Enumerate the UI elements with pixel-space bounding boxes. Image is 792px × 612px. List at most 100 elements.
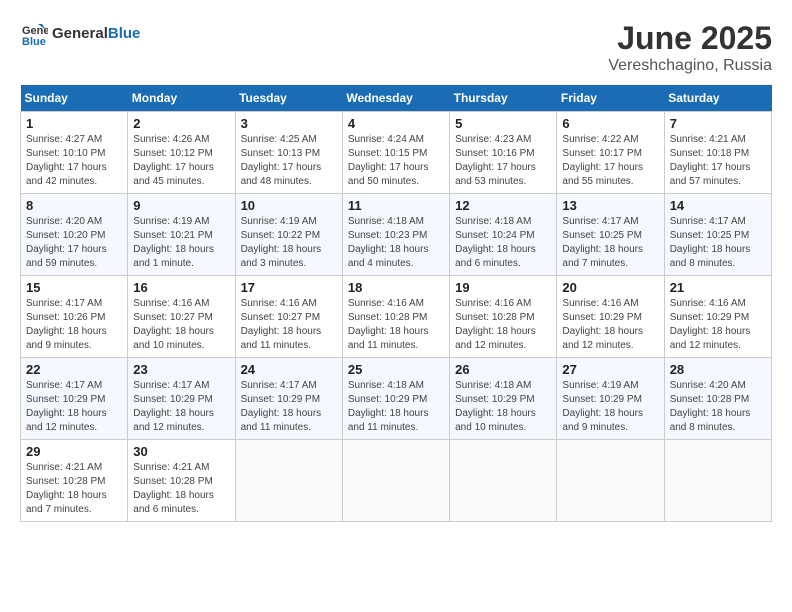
day-info: Sunrise: 4:17 AM Sunset: 10:29 PM Daylig… [26, 379, 122, 435]
day-info: Sunrise: 4:19 AM Sunset: 10:22 PM Daylig… [241, 215, 337, 271]
calendar-title: June 2025 [608, 20, 772, 57]
day-number: 21 [670, 280, 766, 295]
day-number: 17 [241, 280, 337, 295]
day-info: Sunrise: 4:25 AM Sunset: 10:13 PM Daylig… [241, 133, 337, 189]
day-number: 22 [26, 362, 122, 377]
calendar-cell: 11 Sunrise: 4:18 AM Sunset: 10:23 PM Dayl… [342, 194, 449, 276]
day-info: Sunrise: 4:17 AM Sunset: 10:29 PM Daylig… [133, 379, 229, 435]
calendar-cell [557, 440, 664, 522]
calendar-cell: 13 Sunrise: 4:17 AM Sunset: 10:25 PM Dayl… [557, 194, 664, 276]
day-number: 10 [241, 198, 337, 213]
day-number: 1 [26, 116, 122, 131]
calendar-cell: 18Sunrise: 4:16 AM Sunset: 10:28 PM Dayl… [342, 276, 449, 358]
day-number: 14 [670, 198, 766, 213]
calendar-cell: 16Sunrise: 4:16 AM Sunset: 10:27 PM Dayl… [128, 276, 235, 358]
calendar-cell: 2Sunrise: 4:26 AM Sunset: 10:12 PM Dayli… [128, 112, 235, 194]
calendar-cell: 29 Sunrise: 4:21 AM Sunset: 10:28 PM Dayl… [21, 440, 128, 522]
day-number: 9 [133, 198, 229, 213]
svg-text:Blue: Blue [22, 36, 46, 48]
calendar-cell: 7 Sunrise: 4:21 AM Sunset: 10:18 PM Dayli… [664, 112, 771, 194]
calendar-cell: 25 Sunrise: 4:18 AM Sunset: 10:29 PM Dayl… [342, 358, 449, 440]
day-info: Sunrise: 4:16 AM Sunset: 10:27 PM Daylig… [241, 297, 337, 353]
day-number: 27 [562, 362, 658, 377]
day-info: Sunrise: 4:17 AM Sunset: 10:29 PM Daylig… [241, 379, 337, 435]
day-number: 11 [348, 198, 444, 213]
day-info: Sunrise: 4:17 AM Sunset: 10:25 PM Daylig… [670, 215, 766, 271]
day-info: Sunrise: 4:21 AM Sunset: 10:18 PM Daylig… [670, 133, 766, 189]
week-row-0: 1 Sunrise: 4:27 AM Sunset: 10:10 PM Dayli… [21, 112, 772, 194]
day-number: 8 [26, 198, 122, 213]
day-info: Sunrise: 4:18 AM Sunset: 10:24 PM Daylig… [455, 215, 551, 271]
calendar-cell: 1 Sunrise: 4:27 AM Sunset: 10:10 PM Dayli… [21, 112, 128, 194]
calendar-cell: 24 Sunrise: 4:17 AM Sunset: 10:29 PM Dayl… [235, 358, 342, 440]
day-info: Sunrise: 4:20 AM Sunset: 10:28 PM Daylig… [670, 379, 766, 435]
col-header-wednesday: Wednesday [342, 85, 449, 112]
day-info: Sunrise: 4:20 AM Sunset: 10:20 PM Daylig… [26, 215, 122, 271]
day-info: Sunrise: 4:17 AM Sunset: 10:25 PM Daylig… [562, 215, 658, 271]
calendar-cell [235, 440, 342, 522]
day-number: 20 [562, 280, 658, 295]
day-info: Sunrise: 4:18 AM Sunset: 10:23 PM Daylig… [348, 215, 444, 271]
calendar-cell: 10 Sunrise: 4:19 AM Sunset: 10:22 PM Dayl… [235, 194, 342, 276]
day-number: 6 [562, 116, 658, 131]
week-row-1: 8 Sunrise: 4:20 AM Sunset: 10:20 PM Dayli… [21, 194, 772, 276]
week-row-4: 29 Sunrise: 4:21 AM Sunset: 10:28 PM Dayl… [21, 440, 772, 522]
calendar-cell: 6 Sunrise: 4:22 AM Sunset: 10:17 PM Dayli… [557, 112, 664, 194]
col-header-friday: Friday [557, 85, 664, 112]
day-number: 12 [455, 198, 551, 213]
calendar-cell: 30 Sunrise: 4:21 AM Sunset: 10:28 PM Dayl… [128, 440, 235, 522]
calendar-cell: 21 Sunrise: 4:16 AM Sunset: 10:29 PM Dayl… [664, 276, 771, 358]
calendar-cell: 26Sunrise: 4:18 AM Sunset: 10:29 PM Dayl… [450, 358, 557, 440]
day-info: Sunrise: 4:21 AM Sunset: 10:28 PM Daylig… [133, 461, 229, 517]
day-number: 13 [562, 198, 658, 213]
calendar-cell: 9 Sunrise: 4:19 AM Sunset: 10:21 PM Dayli… [128, 194, 235, 276]
calendar-cell: 27 Sunrise: 4:19 AM Sunset: 10:29 PM Dayl… [557, 358, 664, 440]
header-row: SundayMondayTuesdayWednesdayThursdayFrid… [21, 85, 772, 112]
day-number: 23 [133, 362, 229, 377]
calendar-cell: 20Sunrise: 4:16 AM Sunset: 10:29 PM Dayl… [557, 276, 664, 358]
day-info: Sunrise: 4:19 AM Sunset: 10:21 PM Daylig… [133, 215, 229, 271]
day-number: 30 [133, 444, 229, 459]
day-info: Sunrise: 4:21 AM Sunset: 10:28 PM Daylig… [26, 461, 122, 517]
calendar-cell: 3 Sunrise: 4:25 AM Sunset: 10:13 PM Dayli… [235, 112, 342, 194]
logo: General Blue GeneralBlue [20, 20, 140, 48]
calendar-subtitle: Vereshchagino, Russia [608, 57, 772, 75]
day-info: Sunrise: 4:16 AM Sunset: 10:29 PM Daylig… [670, 297, 766, 353]
calendar-cell: 15Sunrise: 4:17 AM Sunset: 10:26 PM Dayl… [21, 276, 128, 358]
day-number: 16 [133, 280, 229, 295]
calendar-cell: 17 Sunrise: 4:16 AM Sunset: 10:27 PM Dayl… [235, 276, 342, 358]
col-header-sunday: Sunday [21, 85, 128, 112]
day-number: 4 [348, 116, 444, 131]
day-number: 24 [241, 362, 337, 377]
col-header-tuesday: Tuesday [235, 85, 342, 112]
day-info: Sunrise: 4:17 AM Sunset: 10:26 PM Daylig… [26, 297, 122, 353]
day-info: Sunrise: 4:19 AM Sunset: 10:29 PM Daylig… [562, 379, 658, 435]
day-number: 7 [670, 116, 766, 131]
day-number: 28 [670, 362, 766, 377]
day-info: Sunrise: 4:23 AM Sunset: 10:16 PM Daylig… [455, 133, 551, 189]
calendar-cell: 8 Sunrise: 4:20 AM Sunset: 10:20 PM Dayli… [21, 194, 128, 276]
day-number: 25 [348, 362, 444, 377]
day-number: 26 [455, 362, 551, 377]
calendar-table: SundayMondayTuesdayWednesdayThursdayFrid… [20, 85, 772, 522]
col-header-monday: Monday [128, 85, 235, 112]
logo-blue: Blue [108, 25, 141, 42]
calendar-cell: 28 Sunrise: 4:20 AM Sunset: 10:28 PM Dayl… [664, 358, 771, 440]
day-info: Sunrise: 4:18 AM Sunset: 10:29 PM Daylig… [348, 379, 444, 435]
day-number: 19 [455, 280, 551, 295]
week-row-3: 22 Sunrise: 4:17 AM Sunset: 10:29 PM Dayl… [21, 358, 772, 440]
day-info: Sunrise: 4:22 AM Sunset: 10:17 PM Daylig… [562, 133, 658, 189]
calendar-cell: 19 Sunrise: 4:16 AM Sunset: 10:28 PM Dayl… [450, 276, 557, 358]
calendar-cell [342, 440, 449, 522]
calendar-cell [664, 440, 771, 522]
calendar-cell: 5 Sunrise: 4:23 AM Sunset: 10:16 PM Dayli… [450, 112, 557, 194]
calendar-cell: 4Sunrise: 4:24 AM Sunset: 10:15 PM Dayli… [342, 112, 449, 194]
day-number: 29 [26, 444, 122, 459]
day-info: Sunrise: 4:27 AM Sunset: 10:10 PM Daylig… [26, 133, 122, 189]
day-number: 3 [241, 116, 337, 131]
day-info: Sunrise: 4:16 AM Sunset: 10:28 PM Daylig… [455, 297, 551, 353]
calendar-cell [450, 440, 557, 522]
day-number: 18 [348, 280, 444, 295]
calendar-cell: 14 Sunrise: 4:17 AM Sunset: 10:25 PM Dayl… [664, 194, 771, 276]
day-number: 5 [455, 116, 551, 131]
